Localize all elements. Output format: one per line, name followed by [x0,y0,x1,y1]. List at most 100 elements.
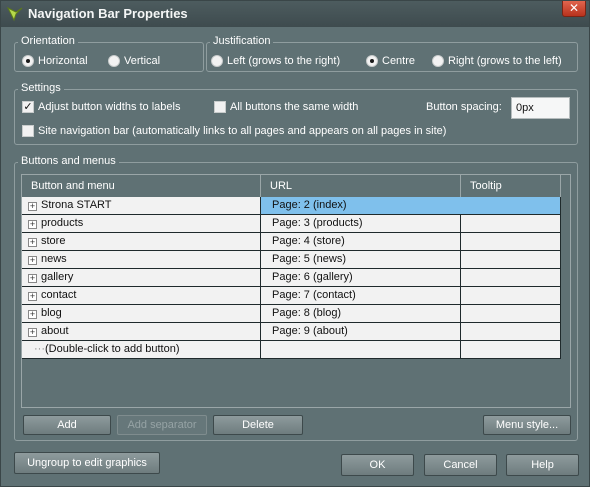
url-cell[interactable]: Page: 4 (store) [261,233,461,251]
expand-plus-icon[interactable]: + [28,238,37,247]
button-name-cell[interactable]: + store [22,233,261,251]
expand-plus-icon[interactable]: + [28,274,37,283]
checkbox-box [22,125,34,137]
same-width-checkbox[interactable]: All buttons the same width [214,99,358,115]
button-name-cell[interactable]: + gallery [22,269,261,287]
button-name: news [41,253,67,265]
expand-plus-icon[interactable]: + [28,328,37,337]
table-row[interactable]: + products Page: 3 (products) [22,215,561,233]
site-navigation-checkbox[interactable]: Site navigation bar (automatically links… [22,123,446,139]
ungroup-button[interactable]: Ungroup to edit graphics [14,452,160,474]
justify-left-radio[interactable]: Left (grows to the right) [211,53,340,69]
table-row[interactable]: + store Page: 4 (store) [22,233,561,251]
checkbox-label: Adjust button widths to labels [38,101,181,113]
tooltip-cell[interactable] [461,233,561,251]
url-cell[interactable]: Page: 7 (contact) [261,287,461,305]
add-separator-button[interactable]: Add separator [117,415,207,435]
table-row[interactable]: + Strona START Page: 2 (index) [22,197,561,215]
url-cell[interactable] [261,341,461,359]
table-row[interactable]: + contact Page: 7 (contact) [22,287,561,305]
button-name: gallery [41,271,74,283]
checkmark-icon: ✓ [22,101,34,113]
url-value: Page: 7 (contact) [272,289,356,301]
expand-plus-icon[interactable]: + [28,220,37,229]
tree-line-icon: ··· [34,343,45,355]
orientation-vertical-radio[interactable]: Vertical [108,53,160,69]
button-spacing-input[interactable] [511,97,570,119]
radio-label: Right (grows to the left) [448,55,562,67]
url-value: Page: 5 (news) [272,253,346,265]
button-name: contact [41,289,77,301]
tooltip-cell[interactable] [461,341,561,359]
add-button[interactable]: Add [23,415,111,435]
expand-plus-icon[interactable]: + [28,292,37,301]
expand-plus-icon[interactable]: + [28,310,37,319]
url-cell[interactable]: Page: 9 (about) [261,323,461,341]
justification-label: Justification [210,35,274,47]
add-button-row[interactable]: ···(Double-click to add button) [22,341,561,359]
app-logo-icon [6,6,23,22]
tooltip-cell[interactable] [461,305,561,323]
tooltip-cell[interactable] [461,215,561,233]
url-value: Page: 9 (about) [272,325,348,337]
radio-label: Horizontal [38,55,88,67]
checkbox-label: Site navigation bar (automatically links… [38,125,447,137]
radio-label: Left (grows to the right) [227,55,341,67]
settings-label: Settings [18,82,64,94]
button-name-cell[interactable]: + blog [22,305,261,323]
table-row[interactable]: + blog Page: 8 (blog) [22,305,561,323]
ok-button[interactable]: OK [341,454,414,476]
radio-label: Vertical [124,55,161,67]
button-spacing-label: Button spacing: [426,101,502,113]
tooltip-cell[interactable] [461,323,561,341]
buttons-menus-label: Buttons and menus [18,155,119,167]
cancel-button[interactable]: Cancel [424,454,497,476]
url-value: Page: 4 (store) [272,235,345,247]
delete-button[interactable]: Delete [213,415,303,435]
button-name-cell[interactable]: + contact [22,287,261,305]
url-cell[interactable]: Page: 6 (gallery) [261,269,461,287]
expand-plus-icon[interactable]: + [28,202,37,211]
expand-plus-icon[interactable]: + [28,256,37,265]
url-value: Page: 8 (blog) [272,307,342,319]
url-cell[interactable]: Page: 5 (news) [261,251,461,269]
column-header-tooltip[interactable]: Tooltip [461,175,561,197]
title-bar[interactable]: Navigation Bar Properties [1,1,589,27]
justify-centre-radio[interactable]: Centre [366,53,415,69]
url-cell[interactable]: Page: 8 (blog) [261,305,461,323]
button-name-cell[interactable]: + news [22,251,261,269]
tooltip-cell[interactable] [461,251,561,269]
button-name-cell[interactable]: + Strona START [22,197,261,215]
checkbox-label: All buttons the same width [230,101,359,113]
table-row[interactable]: + gallery Page: 6 (gallery) [22,269,561,287]
button-name: Strona START [41,199,112,211]
button-name: blog [41,307,62,319]
radio-dot [366,55,378,67]
radio-dot [432,55,444,67]
button-name-cell[interactable]: + products [22,215,261,233]
window-title: Navigation Bar Properties [28,6,188,21]
orientation-horizontal-radio[interactable]: Horizontal [22,53,88,69]
table-header: Button and menu URL Tooltip [22,175,570,197]
tooltip-cell[interactable] [461,269,561,287]
table-row[interactable]: + news Page: 5 (news) [22,251,561,269]
radio-dot [108,55,120,67]
radio-label: Centre [382,55,416,67]
radio-dot [22,55,34,67]
url-cell[interactable]: Page: 3 (products) [261,215,461,233]
close-button[interactable]: ✕ [562,1,586,17]
button-name: products [41,217,84,229]
button-name-cell[interactable]: + about [22,323,261,341]
tooltip-cell[interactable] [461,287,561,305]
column-header-button[interactable]: Button and menu [22,175,261,197]
table-row[interactable]: + about Page: 9 (about) [22,323,561,341]
menu-style-button[interactable]: Menu style... [483,415,571,435]
add-button-cell[interactable]: ···(Double-click to add button) [22,341,261,359]
url-cell[interactable]: Page: 2 (index) [261,197,561,215]
adjust-widths-checkbox[interactable]: ✓ Adjust button widths to labels [22,99,180,115]
help-button[interactable]: Help [506,454,579,476]
column-header-url[interactable]: URL [261,175,461,197]
url-value: Page: 6 (gallery) [272,271,353,283]
button-name: store [41,235,66,247]
justify-right-radio[interactable]: Right (grows to the left) [432,53,562,69]
